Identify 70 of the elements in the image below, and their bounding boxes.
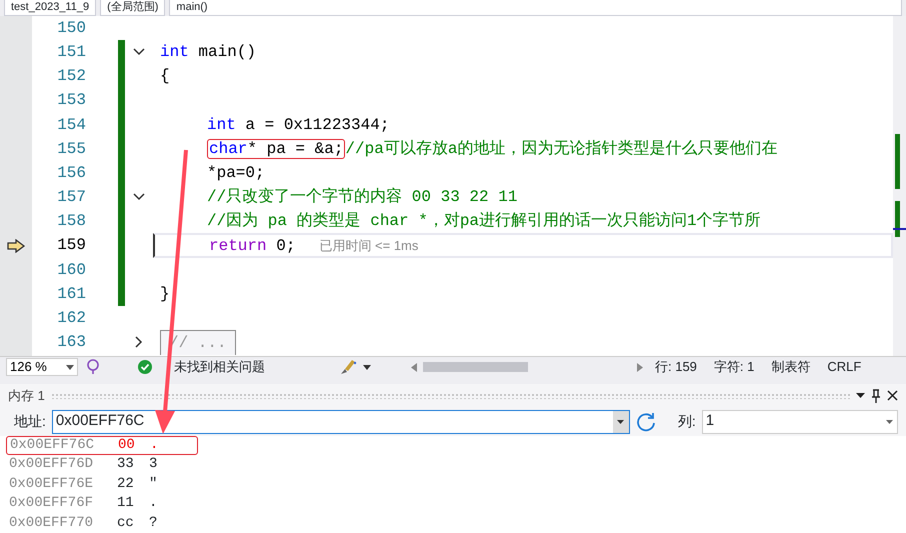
memory-address: 0x00EFF76C — [10, 436, 96, 455]
scope-dropdown[interactable]: (全局范围) — [100, 0, 166, 16]
caret-icon[interactable] — [886, 420, 892, 424]
line-ending[interactable]: CRLF — [827, 357, 862, 377]
caret-icon[interactable] — [617, 420, 624, 424]
line-number: 157 — [56, 187, 86, 208]
memory-value: 22 — [117, 474, 133, 494]
line-number: 161 — [56, 284, 86, 305]
elapsed-time-hint: 已用时间 <= 1ms — [319, 236, 418, 255]
memory-char: . — [149, 494, 158, 514]
code-line: char* pa = &a;//pa可以存放a的地址，因为无论指针类型是什么只要他们在 — [206, 138, 778, 161]
code-line: int main() — [160, 42, 256, 64]
project-dropdown[interactable]: test_2023_11_9 — [4, 0, 96, 16]
dropdown-icon[interactable] — [856, 393, 865, 398]
columns-field[interactable]: 1 — [702, 410, 898, 434]
code-line: { — [160, 66, 170, 88]
line-number: 162 — [56, 308, 86, 330]
scroll-thumb[interactable] — [423, 362, 528, 372]
memory-address: 0x00EFF76F — [9, 494, 94, 514]
line-number: 156 — [56, 162, 86, 184]
close-icon[interactable] — [887, 390, 898, 401]
memory-value: 11 — [117, 494, 133, 514]
panel-title: 内存 1 — [8, 386, 45, 405]
columns-label: 列: — [678, 412, 696, 431]
pin-icon[interactable] — [871, 388, 881, 402]
caret-icon — [66, 364, 74, 370]
code-line: } — [160, 284, 170, 305]
caret-icon[interactable] — [363, 364, 371, 370]
memory-char: 3 — [149, 455, 158, 474]
line-number: 159 — [56, 235, 86, 256]
memory-value: 00 — [118, 436, 134, 455]
zoom-dropdown[interactable]: 126 % — [6, 358, 78, 376]
refresh-icon[interactable] — [636, 412, 656, 432]
scroll-left-icon[interactable] — [411, 362, 417, 372]
code-line: //因为 pa 的类型是 char *，对pa进行解引用的话一次只能访问1个字节所 — [206, 210, 761, 232]
code-line: int a = 0x11223344; — [206, 114, 390, 136]
memory-value: 33 — [117, 455, 133, 474]
line-number: 158 — [56, 211, 86, 232]
issues-status: 未找到相关问题 — [174, 358, 266, 376]
code-line: *pa=0; — [206, 163, 265, 184]
scroll-right-icon[interactable] — [637, 362, 643, 372]
brush-icon[interactable] — [339, 359, 359, 376]
vertical-scrollbar[interactable] — [893, 16, 906, 356]
line-number: 152 — [56, 66, 86, 88]
chevron-right-icon[interactable] — [135, 336, 143, 348]
line-number: 154 — [56, 114, 86, 136]
memory-char: ? — [149, 514, 158, 533]
memory-char: " — [149, 474, 158, 494]
memory-value: cc — [117, 514, 133, 533]
code-line: return 0; — [208, 236, 296, 257]
line-number: 150 — [56, 18, 86, 39]
memory-char: . — [150, 436, 158, 455]
char-position: 字符: 1 — [714, 358, 754, 376]
chevron-down-icon[interactable] — [133, 48, 145, 56]
memory-address: 0x00EFF76D — [9, 455, 94, 474]
chevron-down-icon[interactable] — [133, 193, 145, 202]
member-dropdown[interactable]: main() — [169, 0, 902, 16]
line-position: 行: 159 — [655, 358, 697, 376]
line-number: 155 — [56, 138, 86, 160]
address-label: 地址: — [14, 412, 46, 431]
address-field[interactable]: 0x00EFF76C — [52, 410, 630, 434]
line-number: 160 — [56, 260, 86, 281]
line-number: 153 — [56, 90, 86, 112]
code-line: //只改变了一个字节的内容 00 33 22 11 — [206, 186, 518, 208]
memory-address: 0x00EFF770 — [9, 514, 94, 533]
indent-mode[interactable]: 制表符 — [771, 357, 810, 377]
line-number: 151 — [56, 42, 86, 63]
check-icon — [138, 360, 152, 374]
line-number: 163 — [56, 332, 86, 354]
memory-address: 0x00EFF76E — [9, 474, 94, 494]
